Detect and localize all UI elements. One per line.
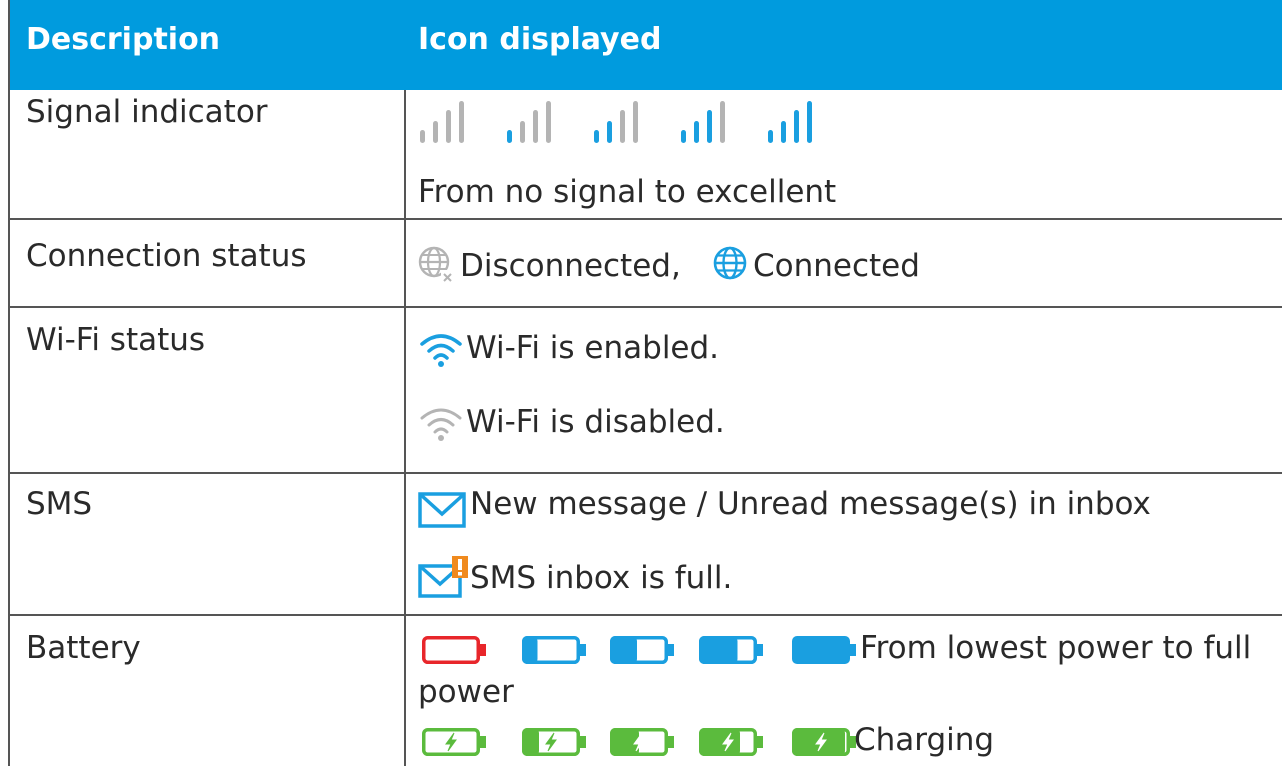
battery-icon [522, 636, 586, 664]
battery-charging-text: Charging [854, 722, 995, 758]
battery-charging-icon [522, 728, 586, 756]
battery-icon [792, 636, 856, 664]
icon-table: Description Icon displayed Signal indica… [8, 0, 1282, 766]
battery-icon [422, 636, 486, 664]
battery-icons-group [422, 636, 856, 756]
battery-charging-icon [422, 728, 486, 756]
battery-icon [699, 636, 763, 664]
battery-charging-icon [610, 728, 674, 756]
battery-charging-icon [792, 728, 856, 756]
battery-levels-text: From lowest power to full [860, 630, 1252, 666]
battery-charging-icon [699, 728, 763, 756]
battery-levels-text-cont: power [418, 674, 514, 710]
battery-icon [610, 636, 674, 664]
